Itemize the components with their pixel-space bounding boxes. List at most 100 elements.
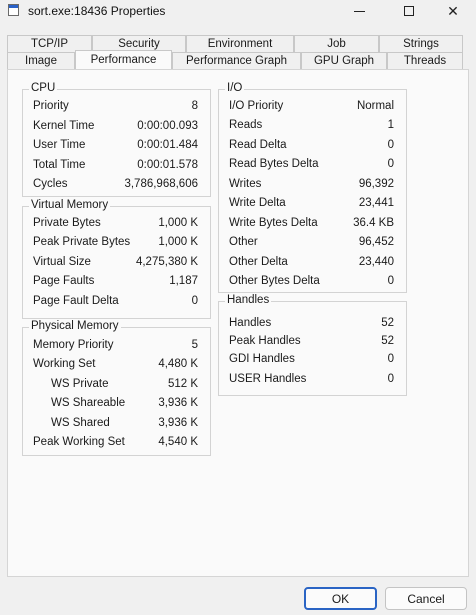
minimize-icon <box>353 10 365 12</box>
row-label: Writes <box>229 178 262 190</box>
performance-panel: CPU Priority 8 Kernel Time 0:00:00.093 Use… <box>7 69 469 577</box>
physical-memory-group: Physical Memory Memory Priority 5 Working… <box>22 320 211 456</box>
handles-row-gdi-handles: GDI Handles 0 <box>219 353 406 369</box>
ok-button[interactable]: OK <box>304 587 377 610</box>
tab-label: Threads <box>403 55 447 67</box>
cpu-group-title: CPU <box>29 82 58 94</box>
handles-row-user-handles: USER Handles 0 <box>219 373 406 389</box>
row-value: 4,275,380 K <box>135 256 198 268</box>
row-value: 3,936 K <box>158 397 198 409</box>
tab-performance-graph[interactable]: Performance Graph <box>172 52 301 69</box>
handles-group-title: Handles <box>225 294 272 306</box>
tab-label: Performance Graph <box>186 55 287 67</box>
tab-label: GPU Graph <box>313 55 375 67</box>
row-value: 4,540 K <box>158 436 198 448</box>
row-value: 1,000 K <box>158 236 198 248</box>
row-label: Memory Priority <box>33 339 114 351</box>
cpu-row-user-time: User Time 0:00:01.484 <box>23 139 210 155</box>
row-label: WS Shared <box>51 417 110 429</box>
row-value: 96,392 <box>358 178 394 190</box>
row-label: Peak Working Set <box>33 436 125 448</box>
tab-label: Strings <box>403 38 439 50</box>
tab-label: Image <box>25 55 57 67</box>
tab-label: TCP/IP <box>30 38 69 50</box>
close-icon: ✕ <box>447 2 459 19</box>
row-label: Page Faults <box>33 275 95 287</box>
row-value: 4,480 K <box>158 358 198 370</box>
row-label: Write Delta <box>229 197 286 209</box>
io-row-write-bytes-delta: Write Bytes Delta 36.4 KB <box>219 217 406 233</box>
row-label: Handles <box>229 317 272 329</box>
io-row-read-delta: Read Delta 0 <box>219 139 406 155</box>
minimize-button[interactable] <box>336 0 382 22</box>
row-value: 36.4 KB <box>353 217 394 229</box>
tab-label: Environment <box>207 38 273 50</box>
window-app-icon <box>8 4 19 16</box>
pm-row-ws-private: WS Private 512 K <box>23 378 210 394</box>
row-label: Other <box>229 236 258 248</box>
io-row-reads: Reads 1 <box>219 119 406 135</box>
tab-strings[interactable]: Strings <box>379 35 463 52</box>
row-value: Normal <box>356 100 394 112</box>
cpu-row-cycles: Cycles 3,786,968,606 <box>23 178 210 194</box>
tab-threads[interactable]: Threads <box>387 52 463 69</box>
maximize-button[interactable] <box>386 0 432 22</box>
io-row-other-delta: Other Delta 23,440 <box>219 256 406 272</box>
row-label: User Time <box>33 139 86 151</box>
cpu-group: CPU Priority 8 Kernel Time 0:00:00.093 Use… <box>22 82 211 197</box>
row-label: Write Bytes Delta <box>229 217 318 229</box>
pm-row-memory-priority: Memory Priority 5 <box>23 339 210 355</box>
row-label: Kernel Time <box>33 120 95 132</box>
tab-row-back: TCP/IP Security Environment Job Strings <box>0 35 476 52</box>
tab-label: Security <box>118 38 160 50</box>
row-value: 1,187 <box>169 275 198 287</box>
io-row-write-delta: Write Delta 23,441 <box>219 197 406 213</box>
row-label: Working Set <box>33 358 96 370</box>
tab-environment[interactable]: Environment <box>186 35 294 52</box>
row-label: Reads <box>229 119 263 131</box>
row-label: I/O Priority <box>229 100 284 112</box>
row-label: Read Bytes Delta <box>229 158 319 170</box>
row-value: 3,936 K <box>158 417 198 429</box>
io-group: I/O I/O Priority Normal Reads 1 Read Delta… <box>218 82 407 293</box>
handles-group: Handles Handles 52 Peak Handles 52 GDI Han… <box>218 294 407 396</box>
row-value: 0 <box>387 139 394 151</box>
row-value: 3,786,968,606 <box>124 178 198 190</box>
virtual-memory-group: Virtual Memory Private Bytes 1,000 K Peak… <box>22 199 211 319</box>
row-value: 52 <box>381 317 394 329</box>
row-value: 0:00:01.578 <box>137 159 198 171</box>
cancel-button[interactable]: Cancel <box>385 587 467 610</box>
row-value: 0 <box>387 158 394 170</box>
maximize-icon <box>404 6 414 16</box>
io-group-title: I/O <box>225 82 245 94</box>
row-label: GDI Handles <box>229 353 295 365</box>
close-button[interactable]: ✕ <box>430 0 476 22</box>
row-value: 0 <box>387 373 394 385</box>
row-value: 0:00:00.093 <box>137 120 198 132</box>
row-value: 0 <box>387 275 394 287</box>
row-label: Virtual Size <box>33 256 91 268</box>
tab-gpu-graph[interactable]: GPU Graph <box>301 52 387 69</box>
row-value: 0 <box>387 353 394 365</box>
row-label: Read Delta <box>229 139 287 151</box>
title-bar: sort.exe:18436 Properties ✕ <box>0 0 476 22</box>
row-label: Page Fault Delta <box>33 295 119 307</box>
vm-row-virtual-size: Virtual Size 4,275,380 K <box>23 256 210 272</box>
pm-row-ws-shareable: WS Shareable 3,936 K <box>23 397 210 413</box>
tab-label: Job <box>327 38 346 50</box>
handles-row-handles: Handles 52 <box>219 317 406 333</box>
row-label: USER Handles <box>229 373 307 385</box>
tab-performance[interactable]: Performance <box>75 50 172 69</box>
row-value: 8 <box>191 100 198 112</box>
cpu-row-priority: Priority 8 <box>23 100 210 116</box>
io-row-writes: Writes 96,392 <box>219 178 406 194</box>
row-value: 23,441 <box>358 197 394 209</box>
pm-row-ws-shared: WS Shared 3,936 K <box>23 417 210 433</box>
tab-job[interactable]: Job <box>294 35 379 52</box>
tab-row-front: Image Performance Performance Graph GPU … <box>0 50 476 69</box>
cpu-row-total-time: Total Time 0:00:01.578 <box>23 159 210 175</box>
tab-image[interactable]: Image <box>7 52 75 69</box>
pm-row-peak-working-set: Peak Working Set 4,540 K <box>23 436 210 452</box>
row-value: 52 <box>381 335 394 347</box>
row-label: Other Delta <box>229 256 288 268</box>
